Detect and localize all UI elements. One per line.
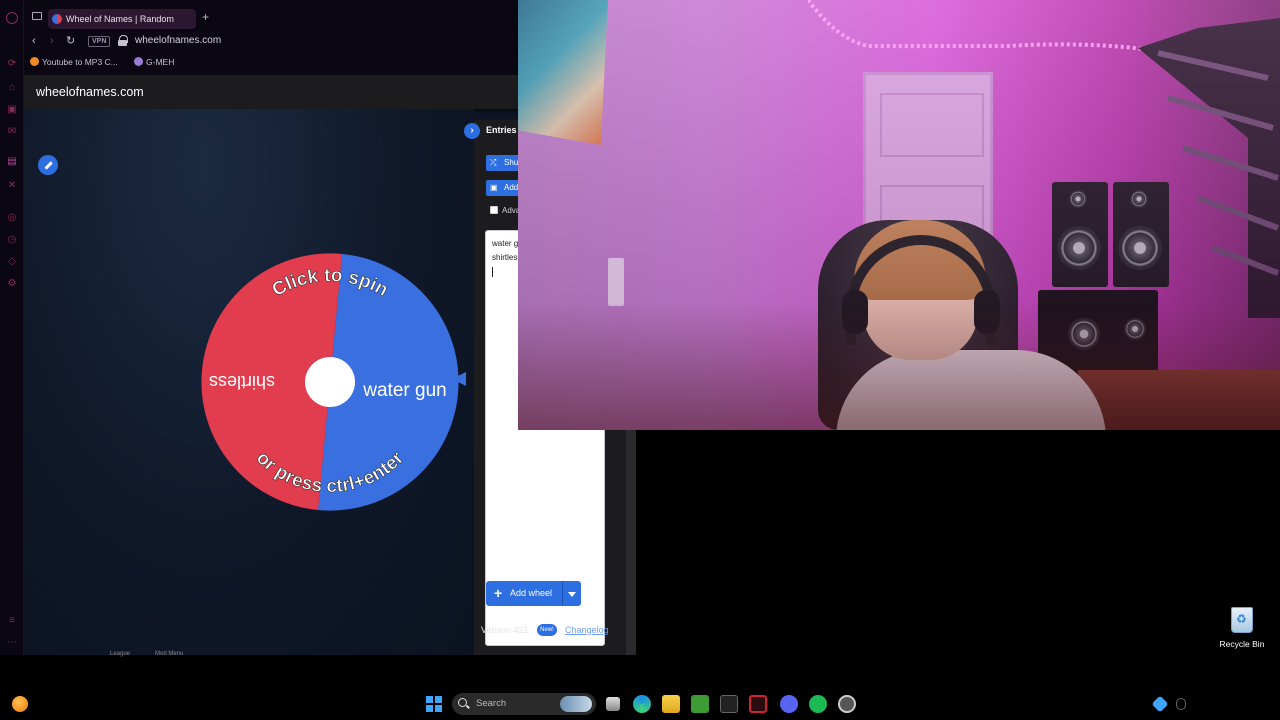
mail-icon[interactable]: ✉ — [6, 126, 18, 138]
bookmark-g-meh[interactable]: G-MEH — [134, 57, 174, 67]
webcam-shading — [518, 0, 1280, 430]
new-badge: New! — [537, 624, 557, 636]
button-divider — [562, 581, 563, 606]
taskbar: Search — [0, 688, 1280, 720]
search-placeholder: Search — [476, 698, 507, 709]
bookmark-youtube-mp3[interactable]: Youtube to MP3 C... — [30, 57, 118, 67]
settings-icon[interactable]: ◎ — [6, 212, 18, 224]
plus-icon: + — [494, 585, 503, 601]
edit-pencil-icon[interactable] — [38, 155, 58, 175]
microphone-icon[interactable] — [1176, 698, 1186, 710]
reload-icon[interactable]: ↻ — [66, 32, 75, 50]
version-label: Version 421 — [481, 625, 529, 635]
add-wheel-button[interactable]: + Add wheel — [486, 581, 581, 606]
wheel-center-hub[interactable] — [305, 357, 355, 407]
bookmark-favicon-icon — [30, 57, 39, 66]
bookmark-label: G-MEH — [146, 57, 175, 67]
checkbox-icon[interactable] — [490, 206, 498, 214]
shuffle-icon: ⤮ — [490, 158, 497, 167]
windows-start-icon[interactable] — [426, 696, 442, 712]
entries-tab-label: Entries — [486, 125, 517, 135]
file-explorer-icon[interactable] — [662, 695, 680, 713]
wheel-favicon-icon — [52, 14, 62, 24]
search-highlight-image — [560, 696, 592, 712]
back-icon[interactable]: ‹ — [32, 32, 36, 50]
discord-icon[interactable] — [780, 695, 798, 713]
minecraft-icon[interactable] — [691, 695, 709, 713]
entries-tab[interactable]: › Entries — [464, 120, 524, 142]
task-view-icon[interactable] — [606, 697, 620, 711]
steam-icon[interactable] — [838, 695, 856, 713]
footer-link[interactable]: League — [110, 651, 130, 657]
spin-wheel[interactable]: water gun shirtless Click to spin or pre… — [200, 252, 460, 512]
vpn-badge[interactable]: VPN — [88, 36, 111, 47]
tray-app-icon[interactable] — [1151, 695, 1169, 713]
bookmark-favicon-icon — [134, 57, 143, 66]
browser-sidebar: ⟳ ⌂ ▣ ✉ ▤ ✕ ◎ ◷ ◇ ⚙ ≡ ⋯ — [0, 0, 24, 655]
spotify-icon[interactable] — [809, 695, 827, 713]
forward-icon[interactable]: › — [50, 32, 54, 50]
wheel-pointer-icon — [452, 372, 466, 386]
shopping-icon[interactable]: ⌂ — [6, 82, 18, 94]
recycle-bin-label: Recycle Bin — [1219, 639, 1265, 649]
footer-link[interactable]: Mod Menu — [155, 651, 183, 657]
opera-gx-icon[interactable] — [749, 695, 767, 713]
taskbar-search[interactable]: Search — [452, 693, 596, 715]
recycle-bin[interactable]: Recycle Bin — [1220, 603, 1264, 653]
site-title[interactable]: wheelofnames.com — [36, 85, 144, 99]
twitch-icon[interactable]: ▤ — [6, 156, 18, 168]
recycle-bin-icon[interactable] — [1231, 607, 1253, 633]
lock-icon[interactable] — [118, 35, 128, 46]
instagram-icon[interactable]: ▣ — [6, 104, 18, 116]
chevron-right-icon[interactable]: › — [464, 123, 480, 139]
changelog-link[interactable]: Changelog — [565, 625, 609, 635]
search-icon — [458, 698, 467, 707]
bookmark-label: Youtube to MP3 C... — [42, 57, 118, 67]
chevron-down-icon[interactable] — [568, 592, 576, 597]
wheel-label-water-gun: water gun — [362, 380, 446, 401]
add-wheel-label: Add wheel — [510, 588, 553, 598]
opera-logo-icon[interactable] — [6, 12, 18, 24]
weather-icon[interactable] — [12, 696, 28, 712]
tools-icon[interactable]: ✕ — [6, 180, 18, 192]
wheel-label-shirtless: shirtless — [209, 372, 275, 392]
new-tab-icon[interactable]: + — [202, 10, 209, 24]
tab-manager-icon[interactable] — [32, 12, 42, 20]
clock-icon[interactable]: ◷ — [6, 234, 18, 246]
more-icon[interactable]: ⋯ — [6, 637, 18, 649]
extensions-icon[interactable]: ◇ — [6, 256, 18, 268]
edge-icon[interactable] — [633, 695, 651, 713]
url-field[interactable]: wheelofnames.com — [135, 35, 221, 46]
call-of-duty-icon[interactable] — [720, 695, 738, 713]
text-cursor — [492, 267, 493, 277]
image-icon: ▣ — [490, 183, 498, 192]
screen: ⟳ ⌂ ▣ ✉ ▤ ✕ ◎ ◷ ◇ ⚙ ≡ ⋯ Wheel of Names |… — [0, 0, 1280, 720]
gear-icon[interactable]: ⚙ — [6, 278, 18, 290]
gx-icon[interactable]: ≡ — [6, 615, 18, 627]
tab-wheel-of-names[interactable]: Wheel of Names | Random — [48, 9, 196, 29]
tab-title: Wheel of Names | Random — [66, 14, 174, 24]
history-icon[interactable]: ⟳ — [6, 58, 18, 70]
webcam-overlay — [518, 0, 1280, 430]
